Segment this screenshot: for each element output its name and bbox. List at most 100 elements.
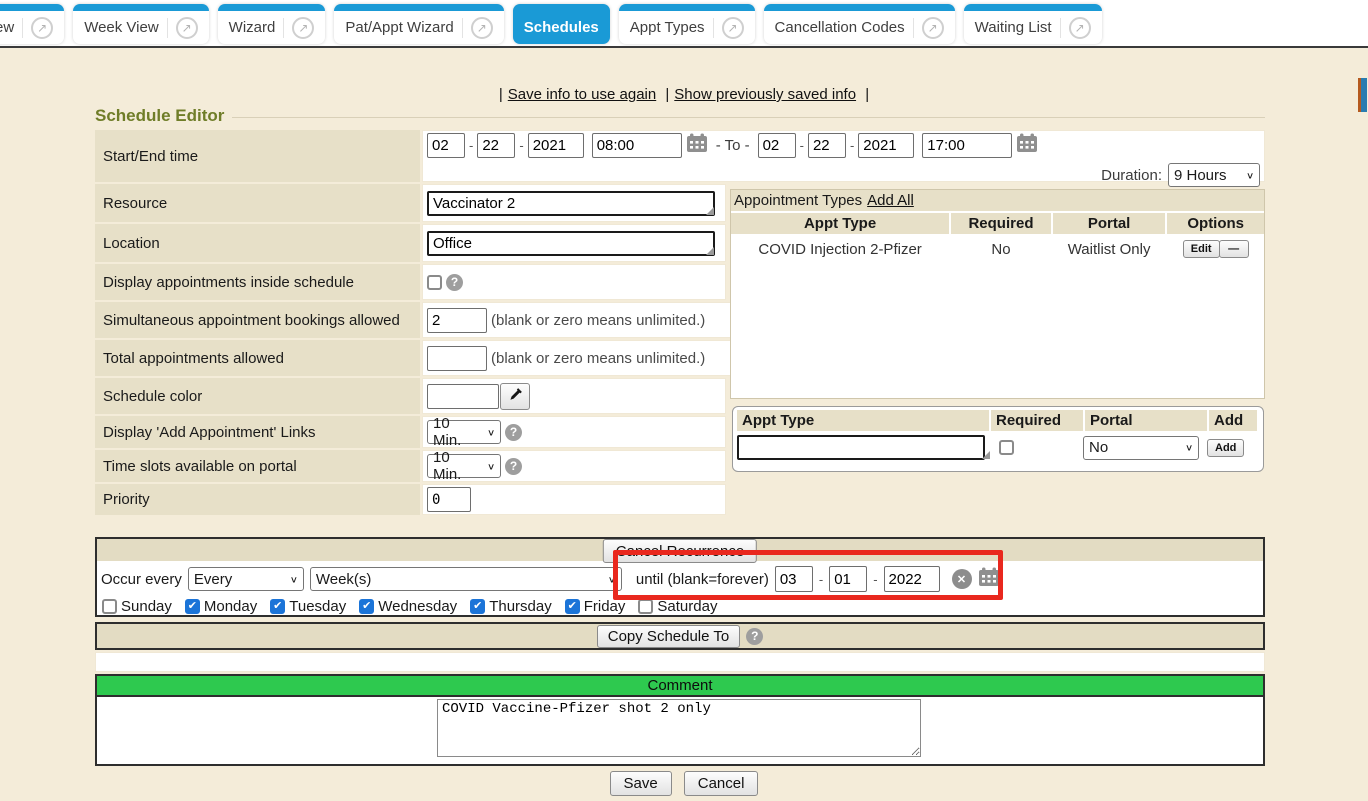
column-header-required: Required [951, 213, 1051, 234]
resource-input[interactable] [427, 191, 715, 216]
display-appointments-label: Display appointments inside schedule [95, 264, 420, 300]
location-input[interactable] [427, 231, 715, 256]
calendar-icon[interactable] [686, 133, 708, 158]
cancel-button[interactable]: Cancel [684, 771, 759, 796]
edit-button[interactable]: Edit [1183, 240, 1220, 258]
save-button[interactable]: Save [610, 771, 672, 796]
help-icon[interactable]: ? [505, 458, 522, 475]
wednesday-checkbox[interactable]: ✔ [359, 599, 374, 614]
show-saved-info-link[interactable]: Show previously saved info [674, 86, 856, 103]
tab-appt-types[interactable]: Appt Types ↗ [619, 4, 755, 44]
start-year-input[interactable] [528, 133, 584, 158]
new-appt-required-checkbox[interactable]: ✔ [999, 440, 1014, 455]
thursday-checkbox[interactable]: ✔ [470, 599, 485, 614]
cancel-recurrence-button[interactable]: Cancel Recurrence [603, 539, 757, 563]
help-icon[interactable]: ? [446, 274, 463, 291]
chevron-down-icon: ∨ [1246, 170, 1254, 180]
add-appointment-links-select[interactable]: 10 Min. ∨ [427, 420, 501, 444]
cell-appt-type: COVID Injection 2-Pfizer [731, 237, 949, 261]
eyedropper-icon [508, 387, 523, 406]
save-info-link[interactable]: Save info to use again [508, 86, 656, 103]
time-slots-content: 10 Min. ∨ ? [422, 450, 726, 482]
help-icon[interactable]: ? [746, 628, 763, 645]
day-friday: ✔Friday [565, 598, 626, 615]
copy-schedule-button[interactable]: Copy Schedule To [597, 625, 740, 648]
friday-checkbox[interactable]: ✔ [565, 599, 580, 614]
monday-checkbox[interactable]: ✔ [185, 599, 200, 614]
remove-button[interactable]: — [1219, 240, 1249, 258]
start-end-label: Start/End time [95, 130, 420, 182]
display-appointments-checkbox[interactable]: ✔ [427, 275, 442, 290]
add-column-appt-type: Appt Type [737, 410, 989, 431]
tab-schedules[interactable]: Schedules [513, 4, 610, 44]
tab-cancellation-codes[interactable]: Cancellation Codes ↗ [764, 4, 955, 44]
unlimited-hint: (blank or zero means unlimited.) [491, 312, 705, 329]
calendar-icon[interactable] [1016, 133, 1038, 158]
until-day-input[interactable] [829, 566, 867, 592]
simultaneous-input[interactable] [427, 308, 487, 333]
date-dash: - [519, 138, 523, 153]
date-dash: - [850, 138, 854, 153]
tab-wizard[interactable]: Wizard ↗ [218, 4, 326, 44]
calendar-icon[interactable] [978, 567, 1000, 591]
color-picker-button[interactable] [500, 383, 530, 410]
total-appointments-input[interactable] [427, 346, 487, 371]
tab-divider [167, 18, 168, 38]
start-time-input[interactable] [592, 133, 682, 158]
top-tab-bar: ew ↗ Week View ↗ Wizard ↗ Pat/Appt Wizar… [0, 0, 1368, 48]
external-link-icon[interactable]: ↗ [471, 17, 493, 39]
start-month-input[interactable] [427, 133, 465, 158]
duration-select[interactable]: 9 Hours ∨ [1168, 163, 1260, 187]
tab-week-view[interactable]: Week View ↗ [73, 4, 208, 44]
tab-label: Pat/Appt Wizard [345, 19, 453, 36]
date-dash: - [469, 138, 473, 153]
external-link-icon[interactable]: ↗ [292, 17, 314, 39]
end-time-input[interactable] [922, 133, 1012, 158]
external-link-icon[interactable]: ↗ [31, 17, 53, 39]
tab-pat-appt-wizard[interactable]: Pat/Appt Wizard ↗ [334, 4, 503, 44]
new-appt-portal-select[interactable]: No ∨ [1083, 436, 1199, 460]
schedule-color-input[interactable] [427, 384, 499, 409]
appointment-types-columns: Appt Type Required Portal Options [731, 213, 1264, 234]
add-all-link[interactable]: Add All [867, 192, 914, 209]
column-header-options: Options [1167, 213, 1264, 234]
duration-value: 9 Hours [1174, 167, 1227, 184]
tab-waiting-list[interactable]: Waiting List ↗ [964, 4, 1102, 44]
comment-textarea[interactable]: COVID Vaccine-Pfizer shot 2 only [437, 699, 921, 757]
external-link-icon[interactable]: ↗ [722, 17, 744, 39]
time-slots-select[interactable]: 10 Min. ∨ [427, 454, 501, 478]
resize-grip [706, 207, 714, 215]
cell-required: No [951, 237, 1051, 261]
column-header-portal: Portal [1053, 213, 1166, 234]
until-month-input[interactable] [775, 566, 813, 592]
end-day-input[interactable] [808, 133, 846, 158]
help-icon[interactable]: ? [505, 424, 522, 441]
saturday-checkbox[interactable]: ✔ [638, 599, 653, 614]
sunday-checkbox[interactable]: ✔ [102, 599, 117, 614]
tab-divider [283, 18, 284, 38]
day-tuesday: ✔Tuesday [270, 598, 346, 615]
until-year-input[interactable] [884, 566, 940, 592]
tab-partial-view[interactable]: ew ↗ [0, 4, 64, 44]
external-link-icon[interactable]: ↗ [1069, 17, 1091, 39]
new-appt-type-input[interactable] [737, 435, 985, 460]
priority-input[interactable] [427, 487, 471, 512]
tuesday-checkbox[interactable]: ✔ [270, 599, 285, 614]
tab-label: Wizard [229, 19, 276, 36]
duration-label: Duration: [1101, 167, 1162, 184]
start-day-input[interactable] [477, 133, 515, 158]
legend-rule [232, 117, 1265, 118]
external-link-icon[interactable]: ↗ [922, 17, 944, 39]
add-appt-button[interactable]: Add [1207, 439, 1244, 457]
add-column-portal: Portal [1085, 410, 1207, 431]
resource-content [422, 184, 726, 222]
chevron-down-icon: ∨ [608, 574, 616, 584]
clear-date-icon[interactable]: ✕ [952, 569, 972, 589]
external-link-icon[interactable]: ↗ [176, 17, 198, 39]
end-month-input[interactable] [758, 133, 796, 158]
unit-select[interactable]: Week(s) ∨ [310, 567, 622, 591]
frequency-select[interactable]: Every ∨ [188, 567, 304, 591]
end-year-input[interactable] [858, 133, 914, 158]
pipe-separator: | [865, 86, 869, 103]
priority-content [422, 484, 726, 515]
